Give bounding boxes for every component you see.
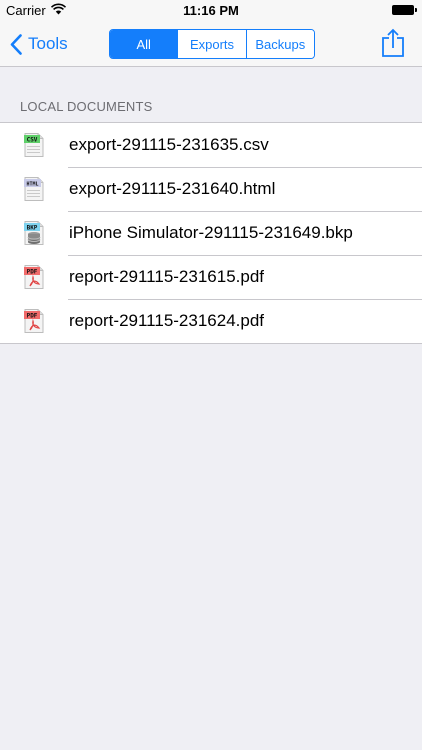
document-row[interactable]: PDF report-291115-231615.pdf <box>0 255 422 299</box>
share-icon[interactable] <box>380 28 406 58</box>
clock: 11:16 PM <box>183 3 239 18</box>
pdf-file-icon: PDF <box>24 265 44 289</box>
documents-list: CSV export-291115-231635.csv HTML export… <box>0 122 422 344</box>
svg-text:PDF: PDF <box>27 269 38 276</box>
html-file-icon: HTML <box>24 177 44 201</box>
svg-text:PDF: PDF <box>27 313 38 320</box>
document-row[interactable]: PDF report-291115-231624.pdf <box>0 299 422 343</box>
document-row[interactable]: CSV export-291115-231635.csv <box>0 123 422 167</box>
document-name: report-291115-231624.pdf <box>69 311 265 330</box>
segment-all[interactable]: All <box>110 30 178 58</box>
document-row[interactable]: HTML export-291115-231640.html <box>0 167 422 211</box>
csv-file-icon: CSV <box>24 133 44 157</box>
navigation-bar: Tools All Exports Backups <box>0 22 422 67</box>
bkp-file-icon: BKP <box>24 221 44 245</box>
chevron-left-icon <box>10 33 22 55</box>
document-name: iPhone Simulator-291115-231649.bkp <box>69 223 353 242</box>
pdf-file-icon: PDF <box>24 309 44 333</box>
status-bar: Carrier 11:16 PM <box>0 0 422 22</box>
filter-segmented-control: All Exports Backups <box>109 29 315 59</box>
back-button-label: Tools <box>28 34 68 53</box>
document-row[interactable]: BKP iPhone Simulator-291115-231649.bkp <box>0 211 422 255</box>
svg-text:HTML: HTML <box>26 181 38 187</box>
document-name: export-291115-231640.html <box>69 179 276 198</box>
segment-backups[interactable]: Backups <box>245 30 314 58</box>
section-header-local-documents: LOCAL DOCUMENTS <box>20 99 153 114</box>
battery-icon <box>392 5 417 15</box>
svg-text:BKP: BKP <box>27 225 38 232</box>
document-name: export-291115-231635.csv <box>69 135 269 154</box>
document-name: report-291115-231615.pdf <box>69 267 265 286</box>
segment-exports[interactable]: Exports <box>177 30 246 58</box>
back-button[interactable]: Tools <box>10 30 68 58</box>
svg-text:CSV: CSV <box>27 137 38 144</box>
